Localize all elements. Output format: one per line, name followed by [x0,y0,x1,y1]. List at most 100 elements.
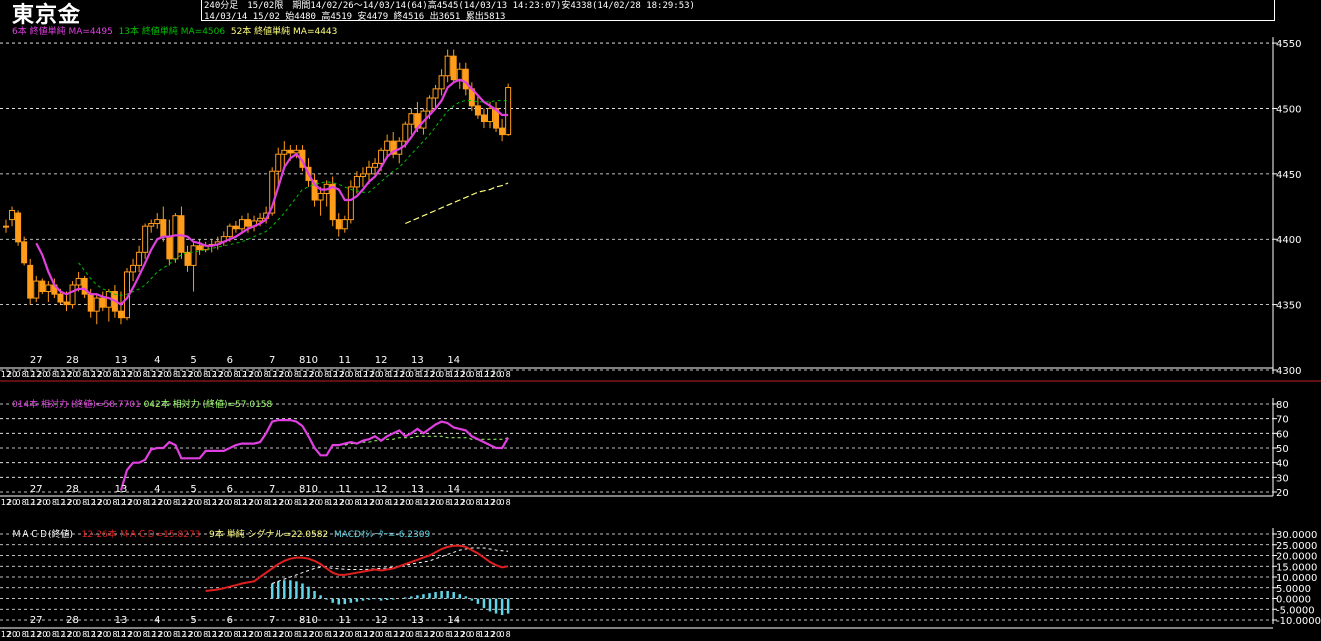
date-tick-label: 14 [447,615,460,626]
date-tick-label: 28 [66,615,79,626]
time-tick-label: 0 [16,498,21,507]
candle-body [402,123,409,142]
candle-body [499,127,506,136]
rsi-long-line [344,435,509,446]
time-tick-label: 0 [167,498,172,507]
candle-body [190,245,197,266]
candle-body [130,264,137,273]
y-tick-label: 4300 [1276,366,1301,377]
rsi-legend: 014本 相対力 (終値)=58.7701 042本 相対力 (終値)=57.0… [12,397,272,410]
candle-body [384,140,391,151]
time-tick-label: 0 [106,370,111,379]
date-tick-label: 810 [299,615,318,626]
y-tick-label: 80 [1276,400,1289,411]
candle-body [21,241,28,264]
y-tick-label: 20.0000 [1276,552,1317,563]
legend-oscillator: MACDｵｼﾚｰﾀｰ=-6.2309 [333,530,431,540]
time-tick-label: 8 [506,370,511,379]
time-tick-label: 0 [46,630,51,639]
candle-body [347,186,354,221]
date-tick-label: 6 [227,355,233,366]
candle-body [432,88,439,99]
candle-body [232,225,239,230]
candle-body [117,310,124,319]
time-tick-label: 0 [197,498,202,507]
trading-chart[interactable]: 45504500445044004350430027 28 13 4 5 6 7 810 11 1… [0,0,1321,641]
date-tick-label: 12 [375,615,388,626]
time-tick-label: 0 [288,498,293,507]
candle-body [148,223,155,227]
candle-body [487,107,493,123]
date-tick-label: 13 [411,615,424,626]
legend-macd-line: 12-26本 ＭＡＣＤ=15.8273 [81,530,201,540]
y-tick-label: 4500 [1276,104,1301,115]
candle-body [27,264,34,299]
candle-body [39,280,46,293]
candle-body [136,251,143,266]
date-tick-label: 27 [30,355,43,366]
time-tick-label: 0 [76,630,81,639]
time-tick-label: 0 [348,630,353,639]
time-tick-label: 0 [379,630,384,639]
date-tick-label: 6 [227,484,233,495]
candle-body [257,217,264,222]
y-tick-label: 4450 [1276,170,1301,181]
date-tick-label: 5 [190,355,196,366]
candle-body [444,55,451,77]
date-tick-label: 5 [190,484,196,495]
candle-body [178,215,185,253]
header-last-bar-info: 14/03/14 15/02 始4480 高4519 安4479 終4516 出… [204,12,506,22]
date-tick-label: 11 [338,484,351,495]
y-tick-label: 25.0000 [1276,541,1317,552]
y-tick-label: 40 [1276,459,1289,470]
y-tick-label: 70 [1276,415,1289,426]
candle-body [87,293,94,312]
time-tick-label: 0 [137,630,142,639]
candle-body [341,219,348,230]
time-tick-label: 0 [379,370,384,379]
candle-body [474,105,481,116]
y-tick-label: 50 [1276,444,1289,455]
signal-line [272,547,509,584]
time-tick-label: 0 [288,370,293,379]
date-tick-label: 12 [375,484,388,495]
candle-body [245,219,251,227]
time-tick-label: 0 [439,370,444,379]
date-tick-label: 28 [66,355,79,366]
date-tick-label: 13 [115,484,128,495]
y-tick-label: 4400 [1276,235,1301,246]
time-tick-label: 0 [227,498,232,507]
time-tick-label: 0 [227,370,232,379]
time-tick-label: 0 [16,370,21,379]
candle-body [15,212,22,243]
candle-body [438,75,445,90]
y-tick-label: -10.0000 [1276,616,1321,627]
macd-line [205,544,509,592]
date-tick-label: 11 [338,615,351,626]
candle-body [317,192,324,201]
y-tick-label: 60 [1276,429,1289,440]
time-tick-label: 0 [409,630,414,639]
time-tick-label: 8 [506,630,511,639]
price-panel: 4550 4500 4450 4400 4350 4300 27 28 13 4 5 6 7 810 11 1… [0,37,1321,382]
candle-body [426,97,433,112]
price-legend: 6本 終値単純 MA=4495 13本 終値単純 MA=4506 52本 終値単… [12,24,337,37]
time-tick-label: 0 [16,630,21,639]
time-tick-label: 0 [137,370,142,379]
y-tick-label: 15.0000 [1276,562,1317,573]
date-tick-label: 13 [411,484,424,495]
candle-body [281,149,288,155]
legend-ma-short: 6本 終値単純 MA=4495 [12,27,113,37]
y-tick-label: 30.0000 [1276,530,1317,541]
legend-rsi-long: 042本 相対力 (終値)=57.0158 [143,400,273,410]
candle-body [505,87,512,136]
y-tick-label: 0.0000 [1276,595,1311,606]
time-tick-label: 0 [258,630,263,639]
time-tick-label: 0 [46,370,51,379]
time-tick-label: 0 [439,498,444,507]
candle-body [3,225,9,228]
y-tick-label: 10.0000 [1276,573,1317,584]
date-tick-label: 13 [115,355,128,366]
macd-legend: ＭＡＣＤ(終値) 12-26本 ＭＡＣＤ=15.8273 9本 単純 シグナル=… [12,527,430,540]
candle-body [166,236,173,260]
